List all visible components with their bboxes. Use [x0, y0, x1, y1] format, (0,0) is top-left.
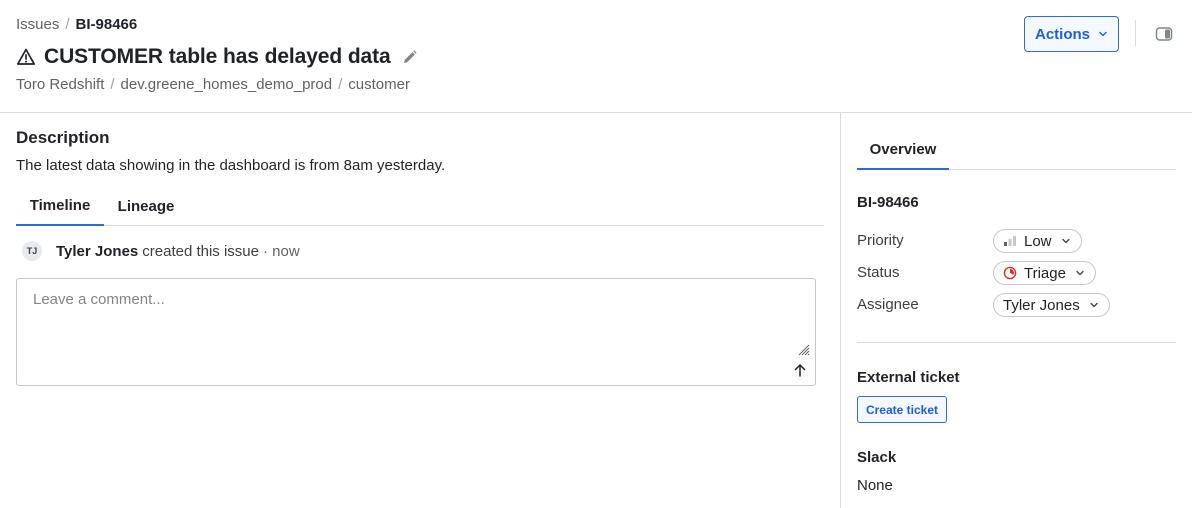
panel-toggle-icon[interactable] — [1155, 26, 1173, 42]
event-time: · now — [263, 242, 300, 260]
side-tabs: Overview — [857, 130, 1176, 170]
page-title: CUSTOMER table has delayed data — [44, 45, 391, 68]
priority-select[interactable]: Low — [993, 229, 1082, 253]
assignee-label: Assignee — [857, 296, 919, 313]
issue-id: BI-98466 — [857, 194, 919, 211]
status-value: Triage — [1024, 264, 1066, 282]
description-heading: Description — [16, 128, 110, 147]
priority-low-icon — [1003, 234, 1017, 248]
timeline-event: TJ Tyler Jones created this issue · now — [22, 241, 300, 261]
slack-heading: Slack — [857, 449, 897, 466]
comment-box — [16, 278, 816, 386]
path-table[interactable]: customer — [348, 76, 410, 93]
tab-timeline[interactable]: Timeline — [16, 186, 104, 226]
assignee-value: Tyler Jones — [1003, 296, 1080, 314]
warning-icon — [16, 47, 36, 67]
pencil-icon[interactable] — [401, 49, 418, 66]
header-divider — [1135, 20, 1136, 46]
breadcrumb-issues-link[interactable]: Issues — [16, 16, 59, 33]
resize-grip-icon[interactable] — [798, 344, 810, 356]
tab-overview[interactable]: Overview — [857, 130, 949, 170]
comment-input[interactable] — [17, 279, 815, 385]
event-action: created this issue — [142, 242, 259, 260]
description-text: The latest data showing in the dashboard… — [16, 157, 446, 174]
status-select[interactable]: Triage — [993, 261, 1096, 285]
slack-value: None — [857, 477, 893, 494]
status-label: Status — [857, 264, 900, 281]
title-row: CUSTOMER table has delayed data — [16, 44, 418, 70]
create-ticket-button[interactable]: Create ticket — [857, 396, 947, 423]
breadcrumb-current: BI-98466 — [75, 16, 138, 33]
external-ticket-heading: External ticket — [857, 369, 960, 386]
actions-button[interactable]: Actions — [1024, 16, 1119, 52]
status-triage-icon — [1003, 266, 1017, 280]
header-divider-line — [0, 112, 1192, 113]
breadcrumb-separator: / — [65, 16, 70, 33]
event-user: Tyler Jones — [56, 242, 139, 260]
priority-label: Priority — [857, 232, 904, 249]
panel-divider-line — [840, 113, 841, 508]
path-separator: / — [338, 76, 343, 93]
arrow-up-icon[interactable] — [793, 362, 807, 378]
avatar: TJ — [22, 241, 42, 261]
breadcrumb: Issues / BI-98466 — [16, 16, 137, 33]
path-schema[interactable]: dev.greene_homes_demo_prod — [121, 76, 333, 93]
chevron-down-icon — [1061, 236, 1071, 246]
path-warehouse[interactable]: Toro Redshift — [16, 76, 104, 93]
priority-value: Low — [1024, 232, 1052, 250]
actions-label: Actions — [1034, 25, 1090, 43]
chevron-down-icon — [1075, 268, 1085, 278]
tab-lineage[interactable]: Lineage — [118, 186, 175, 226]
side-divider — [857, 342, 1176, 343]
chevron-down-icon — [1089, 300, 1099, 310]
path-separator: / — [110, 76, 115, 93]
chevron-down-icon — [1098, 29, 1108, 39]
assignee-select[interactable]: Tyler Jones — [993, 293, 1110, 317]
table-path: Toro Redshift / dev.greene_homes_demo_pr… — [16, 76, 410, 93]
content-tabs: Timeline Lineage — [16, 186, 824, 226]
